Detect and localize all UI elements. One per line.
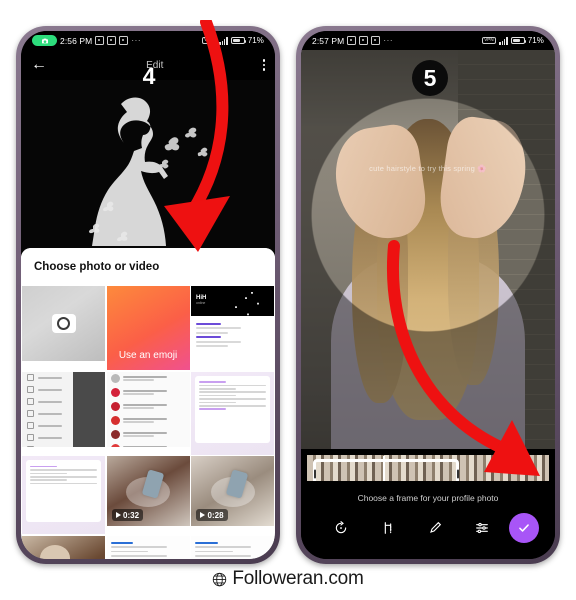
app-icon xyxy=(371,36,381,45)
status-time-5: 2:57 PM xyxy=(312,35,345,46)
play-icon xyxy=(115,512,121,518)
video-duration-1: 0:32 xyxy=(123,510,140,520)
battery-icon xyxy=(230,36,247,45)
screenshot-body xyxy=(191,316,274,354)
editor-toolbar xyxy=(301,511,555,545)
back-arrow-icon[interactable]: ← xyxy=(31,57,47,73)
battery-percent-4: 71% xyxy=(247,36,264,45)
phone-screen-5: 2:57 PM ··· VPN 71% cute hairstyle to tr… xyxy=(301,31,555,559)
cup-shape xyxy=(40,545,71,559)
phone-mockup-step-4: 2:56 PM ··· VPN 71% ← Edit Choose photo … xyxy=(16,26,280,564)
app-icon xyxy=(107,36,117,45)
frame-hint-text: Choose a frame for your profile photo xyxy=(357,493,499,503)
battery-percent-5: 71% xyxy=(527,36,544,45)
circular-crop-overlay[interactable] xyxy=(301,50,555,480)
decorative-pattern xyxy=(228,286,268,316)
message-card xyxy=(195,375,270,443)
gallery-grid: Use an emoji HiH online 0:32 0:28 xyxy=(21,286,275,559)
phone-mockup-step-5: 2:57 PM ··· VPN 71% cute hairstyle to tr… xyxy=(296,26,560,564)
brand-name: Followeran.com xyxy=(232,568,364,589)
status-overflow-4: ··· xyxy=(131,36,142,45)
gallery-thumb-message[interactable] xyxy=(191,371,274,455)
video-duration-badge: 0:32 xyxy=(111,509,144,521)
vpn-badge-5: VPN xyxy=(481,36,497,45)
camera-icon xyxy=(51,314,76,333)
use-emoji-tile[interactable]: Use an emoji xyxy=(106,286,190,370)
check-icon xyxy=(519,524,529,532)
app-icon xyxy=(119,36,129,45)
gallery-thumb-screenshot[interactable]: HiH online xyxy=(191,286,274,361)
app-icon xyxy=(347,36,357,45)
camera-tile[interactable] xyxy=(22,286,105,361)
step-badge-5: 5 xyxy=(412,60,448,96)
status-bar-right-5: VPN 71% xyxy=(481,36,544,45)
gallery-thumb-message-2[interactable] xyxy=(22,456,105,534)
message-card-2 xyxy=(26,460,101,522)
status-time-4: 2:56 PM xyxy=(60,35,93,46)
video-duration-badge-2: 0:28 xyxy=(196,509,228,521)
choose-photo-sheet: Choose photo or video Use an emoji HiH o… xyxy=(21,248,275,559)
footer-brand: Followeran.com xyxy=(0,566,576,592)
status-bar-right-4: VPN 71% xyxy=(201,36,264,45)
step-badge-4: 4 xyxy=(142,62,156,89)
kebab-menu-icon[interactable] xyxy=(262,59,265,71)
screenshot-heading: HiH online xyxy=(196,295,207,305)
video-caption: cute hairstyle to try this spring 🌸 xyxy=(369,164,487,173)
gallery-thumb-coffee[interactable] xyxy=(22,535,105,559)
filmstrip[interactable] xyxy=(307,455,549,481)
frame-picker-panel: Choose a frame for your profile photo xyxy=(301,449,555,559)
crop-icon[interactable] xyxy=(364,520,411,536)
confirm-button[interactable] xyxy=(509,513,539,543)
status-bar-left-5: 2:57 PM ··· xyxy=(312,36,393,46)
gallery-video-2[interactable]: 0:28 xyxy=(191,456,274,526)
status-bar-left-4: 2:56 PM ··· xyxy=(32,35,141,46)
battery-icon xyxy=(510,36,527,45)
play-icon xyxy=(200,512,205,518)
vpn-badge-4: VPN xyxy=(201,36,217,45)
gallery-video-1[interactable]: 0:32 xyxy=(106,456,190,526)
status-bar-5: 2:57 PM ··· VPN 71% xyxy=(301,31,555,50)
gallery-thumb-chatlist[interactable] xyxy=(106,371,190,447)
video-preview-area: cute hairstyle to try this spring 🌸 Choo… xyxy=(301,50,555,559)
rotate-icon[interactable] xyxy=(317,520,364,536)
gallery-thumb-post-1[interactable] xyxy=(106,535,190,559)
adjust-icon[interactable] xyxy=(458,520,505,536)
signal-icon xyxy=(219,37,228,45)
app-icon xyxy=(359,36,369,45)
signal-icon xyxy=(499,37,508,45)
status-overflow-5: ··· xyxy=(383,36,394,45)
phone-screen-4: 2:56 PM ··· VPN 71% ← Edit Choose photo … xyxy=(21,31,275,559)
trim-selector[interactable] xyxy=(313,459,459,481)
gallery-thumb-post-2[interactable] xyxy=(191,535,274,559)
playhead-indicator[interactable] xyxy=(383,456,385,481)
app-icon xyxy=(95,36,105,45)
sheet-title: Choose photo or video xyxy=(21,248,275,286)
gallery-thumb-telegram-menu[interactable] xyxy=(22,371,105,447)
camera-active-icon xyxy=(32,35,57,46)
menu-panel xyxy=(22,371,74,447)
screenshot-root: 2:56 PM ··· VPN 71% ← Edit Choose photo … xyxy=(0,0,576,600)
draw-icon[interactable] xyxy=(411,520,458,536)
globe-icon xyxy=(213,572,227,586)
use-emoji-label: Use an emoji xyxy=(118,350,178,361)
screenshot-header: HiH online xyxy=(191,286,274,316)
video-duration-2: 0:28 xyxy=(207,510,224,520)
status-bar-4: 2:56 PM ··· VPN 71% xyxy=(21,31,275,50)
menu-scrim xyxy=(73,371,105,447)
